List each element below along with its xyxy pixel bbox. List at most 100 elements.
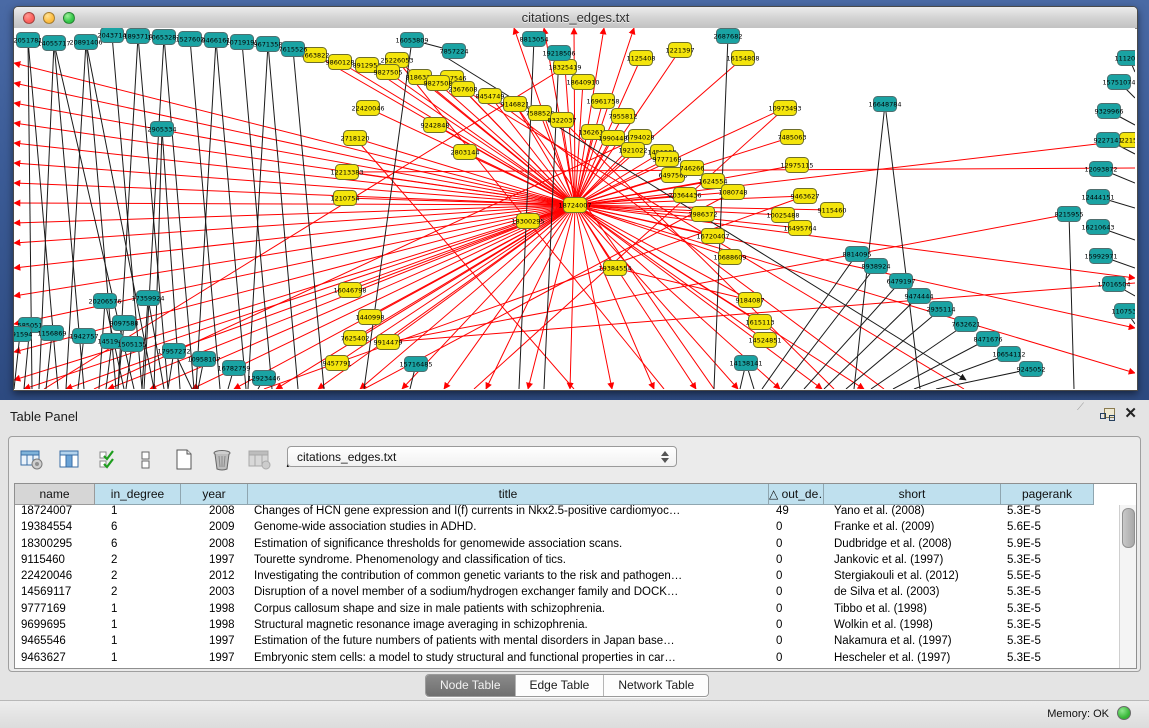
graph-node[interactable]: 17016504: [1097, 277, 1130, 292]
graph-node[interactable]: 1112047: [1115, 51, 1135, 66]
graph-node-selected[interactable]: 7485063: [778, 130, 807, 145]
graph-node[interactable]: 10654112: [992, 347, 1025, 362]
table-row[interactable]: 946554611997Estimation of the future num…: [15, 635, 1119, 651]
graph-node-selected[interactable]: 7986372: [689, 207, 718, 222]
graph-node[interactable]: 17957272: [157, 344, 190, 359]
graph-node-selected[interactable]: 9860128: [326, 55, 355, 70]
edge[interactable]: [164, 37, 194, 389]
table-settings-icon[interactable]: [19, 447, 45, 473]
graph-node[interactable]: 15716485: [399, 357, 432, 372]
graph-node[interactable]: 9227141: [1094, 133, 1123, 148]
graph-node[interactable]: 2905334: [148, 122, 177, 137]
column-header-4[interactable]: title: [248, 484, 769, 505]
graph-node-selected[interactable]: 1210754: [331, 191, 360, 206]
resize-grip-icon[interactable]: ⟋: [1077, 402, 1087, 412]
selected-edge[interactable]: [360, 205, 575, 389]
graph-node-selected[interactable]: 1615113: [746, 315, 775, 330]
graph-node-selected[interactable]: 9457791: [323, 356, 352, 371]
graph-node[interactable]: 1505135: [118, 337, 147, 352]
graph-node-selected[interactable]: 14524851: [748, 333, 781, 348]
graph-node[interactable]: 16782759: [217, 361, 250, 376]
graph-node[interactable]: 1107534: [1112, 304, 1135, 319]
column-header-7[interactable]: pagerank: [1001, 484, 1094, 505]
graph-node-selected[interactable]: 9115460: [818, 203, 847, 218]
scrollbar-thumb[interactable]: [1122, 508, 1135, 548]
graph-node[interactable]: 12444151: [1081, 190, 1114, 205]
column-header-6[interactable]: short: [824, 484, 1001, 505]
selected-edge[interactable]: [575, 82, 583, 205]
table-row[interactable]: 1872400712008Changes of HCN gene express…: [15, 505, 1119, 521]
graph-node-selected[interactable]: 16961758: [586, 94, 619, 109]
graph-node[interactable]: 9474444: [905, 289, 934, 304]
graph-node-selected[interactable]: 1080748: [719, 185, 748, 200]
edge[interactable]: [138, 36, 168, 389]
graph-node-selected[interactable]: 2367608: [449, 82, 478, 97]
graph-node[interactable]: 16053809: [395, 33, 428, 48]
column-header-5[interactable]: △ out_de…: [769, 484, 824, 505]
table-row[interactable]: 1456911722003Disruption of a novel membe…: [15, 586, 1119, 602]
selected-edge[interactable]: [347, 168, 1135, 172]
table-row[interactable]: 946362711997Embryonic stem cells: a mode…: [15, 652, 1119, 668]
graph-node-selected[interactable]: 16720407: [696, 229, 729, 244]
graph-node-selected[interactable]: 16495764: [783, 221, 816, 236]
network-canvas[interactable]: 1872400776638229860128891295425226053982…: [14, 28, 1135, 389]
graph-node-selected[interactable]: 18640910: [566, 75, 599, 90]
graph-node[interactable]: 8215955: [1055, 207, 1084, 222]
float-panel-icon[interactable]: [1100, 408, 1115, 421]
graph-node[interactable]: 8938924: [862, 259, 891, 274]
graph-node-selected[interactable]: 2803144: [451, 145, 480, 160]
table-row[interactable]: 969969511998Structural magnetic resonanc…: [15, 619, 1119, 635]
selected-edge[interactable]: [14, 205, 575, 352]
graph-node[interactable]: 10958107: [187, 352, 220, 367]
selected-edge[interactable]: [14, 143, 575, 205]
selected-edge[interactable]: [528, 205, 575, 389]
selected-edge[interactable]: [490, 96, 884, 389]
graph-node[interactable]: 9329966: [1095, 104, 1124, 119]
table-select-dropdown[interactable]: citations_edges.txt: [287, 446, 677, 467]
graph-node-selected[interactable]: 9827505: [374, 65, 403, 80]
graph-node-selected[interactable]: 12975115: [780, 158, 813, 173]
edge[interactable]: [196, 40, 216, 389]
graph-node-selected[interactable]: 1125408: [627, 51, 656, 66]
graph-node-selected[interactable]: 16154808: [726, 51, 759, 66]
table-row[interactable]: 977716911998Corpus callosum shape and si…: [15, 603, 1119, 619]
graph-node-selected[interactable]: 746266: [680, 161, 705, 176]
column-header-1[interactable]: name: [15, 484, 95, 505]
graph-node[interactable]: 6479197: [887, 274, 916, 289]
tab-edge-table[interactable]: Edge Table: [516, 675, 605, 696]
graph-node[interactable]: 14055717: [37, 36, 70, 51]
graph-node[interactable]: 391594: [14, 327, 32, 342]
delete-table-icon[interactable]: [209, 447, 235, 473]
graph-node[interactable]: 7857224: [440, 44, 469, 59]
edge[interactable]: [268, 44, 298, 389]
graph-node-selected[interactable]: 1440998: [356, 310, 385, 325]
graph-node[interactable]: 2935114: [927, 302, 956, 317]
graph-node[interactable]: 15751074: [1102, 75, 1135, 90]
column-header-2[interactable]: in_degree: [95, 484, 181, 505]
graph-node-selected[interactable]: 9914479: [374, 335, 403, 350]
graph-node-selected[interactable]: 18300295: [511, 214, 544, 229]
table-row[interactable]: 911546021997Tourette syndrome. Phenomeno…: [15, 554, 1119, 570]
graph-node-selected[interactable]: 9777169: [653, 152, 682, 167]
graph-node-selected[interactable]: 12213383: [330, 165, 363, 180]
row-options-icon[interactable]: [133, 447, 159, 473]
graph-node-selected[interactable]: 1221397: [666, 43, 695, 58]
graph-node-selected[interactable]: 18724007: [558, 198, 591, 213]
graph-node-selected[interactable]: 1921022: [619, 143, 648, 158]
memory-ok-led-icon[interactable]: [1117, 706, 1131, 720]
edge[interactable]: [216, 40, 246, 389]
graph-node-selected[interactable]: 20364436: [668, 188, 701, 203]
vertical-scrollbar[interactable]: [1119, 505, 1136, 668]
graph-node[interactable]: 1156869: [38, 326, 67, 341]
graph-node[interactable]: 7632621: [952, 317, 981, 332]
graph-node-selected[interactable]: 7625402: [341, 331, 370, 346]
graph-node-selected[interactable]: 19384554: [598, 261, 631, 276]
graph-node-selected[interactable]: 9184087: [736, 293, 765, 308]
graph-node[interactable]: 20206576: [88, 294, 121, 309]
graph-node[interactable]: 7615526: [279, 42, 308, 57]
table-row[interactable]: 1938455462009Genome-wide association stu…: [15, 521, 1119, 537]
edge[interactable]: [190, 39, 220, 389]
selected-edge[interactable]: [444, 205, 575, 389]
edge[interactable]: [248, 44, 268, 389]
show-column-icon[interactable]: [57, 447, 83, 473]
